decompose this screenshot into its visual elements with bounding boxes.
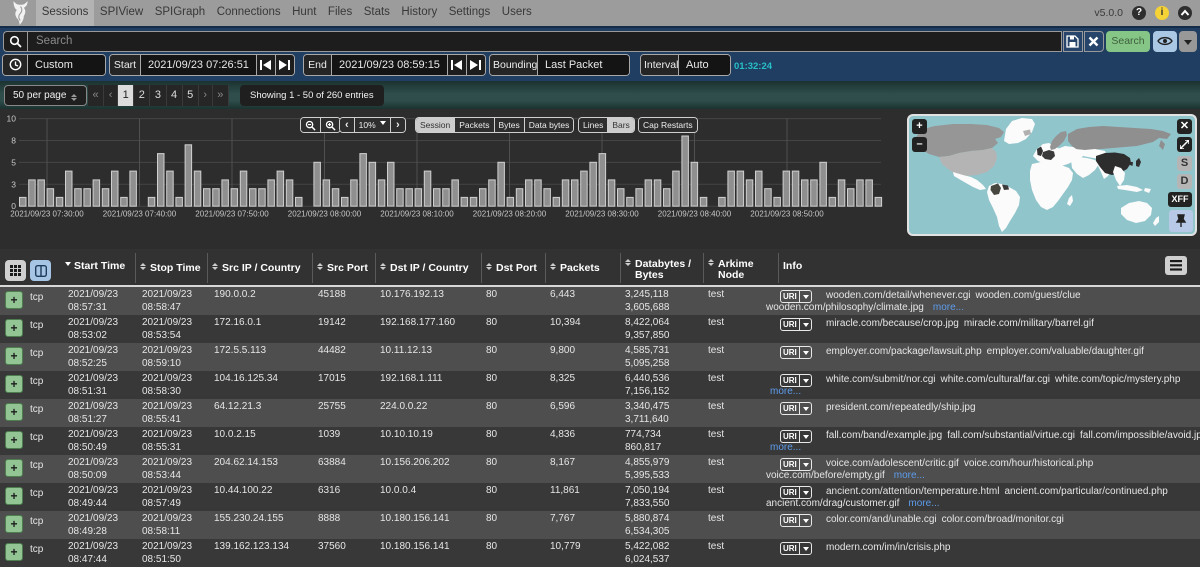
svg-text:2021/09/23 08:10:00: 2021/09/23 08:10:00 bbox=[380, 210, 454, 219]
svg-text:2021/09/23 08:30:00: 2021/09/23 08:30:00 bbox=[565, 210, 639, 219]
svg-text:2021/09/23 08:00:00: 2021/09/23 08:00:00 bbox=[288, 210, 362, 219]
svg-text:2021/09/23 08:40:00: 2021/09/23 08:40:00 bbox=[658, 210, 732, 219]
svg-text:2021/09/23 08:50:00: 2021/09/23 08:50:00 bbox=[750, 210, 824, 219]
svg-text:3: 3 bbox=[11, 179, 16, 189]
svg-text:2021/09/23 08:20:00: 2021/09/23 08:20:00 bbox=[473, 210, 547, 219]
svg-text:2021/09/23 07:30:00: 2021/09/23 07:30:00 bbox=[10, 210, 84, 219]
svg-text:5: 5 bbox=[11, 157, 16, 167]
svg-text:2021/09/23 07:50:00: 2021/09/23 07:50:00 bbox=[195, 210, 269, 219]
svg-text:8: 8 bbox=[11, 136, 16, 146]
svg-text:2021/09/23 07:40:00: 2021/09/23 07:40:00 bbox=[103, 210, 177, 219]
